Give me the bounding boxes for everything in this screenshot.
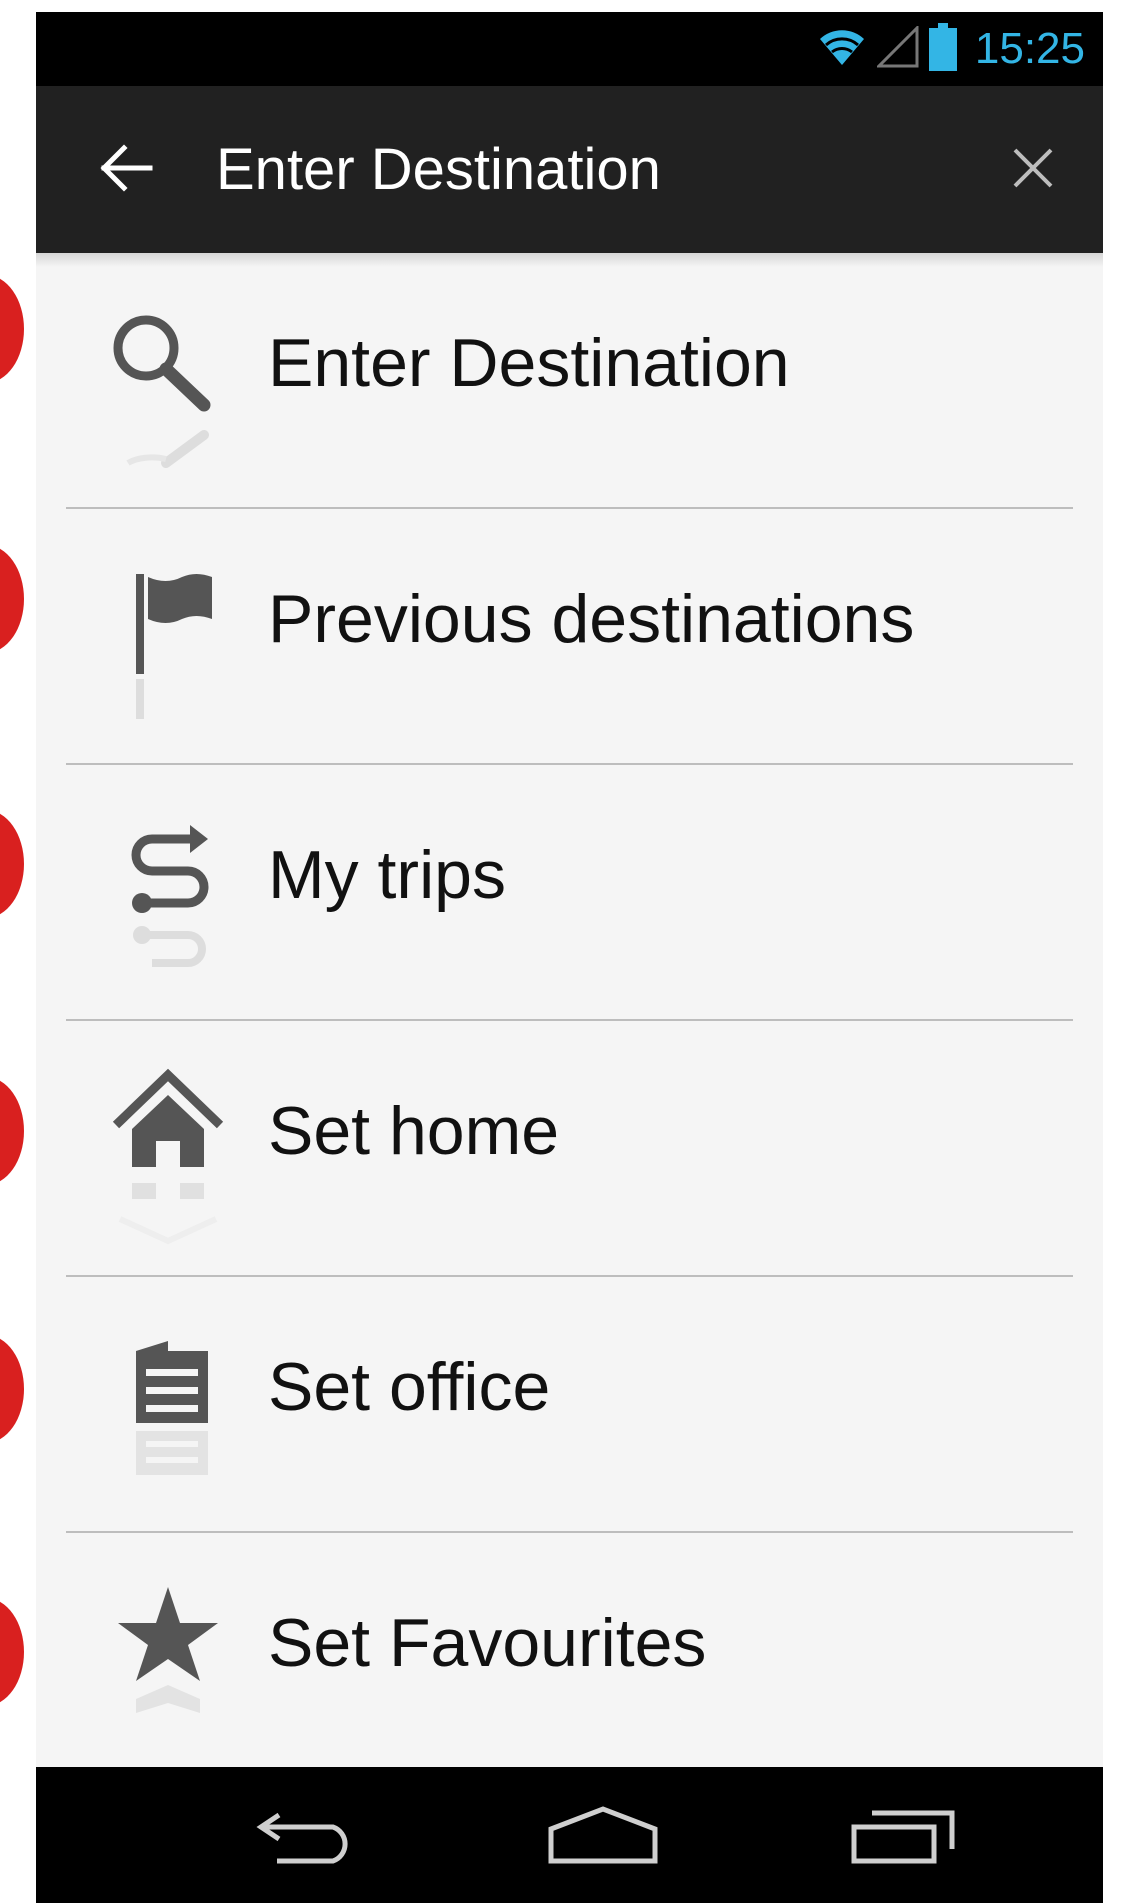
nav-home-button[interactable]	[533, 1787, 673, 1887]
marker-2	[0, 545, 24, 653]
menu-item-label: Set Favourites	[268, 1605, 707, 1681]
menu-item-set-favourites[interactable]: Set Favourites	[36, 1533, 1103, 1789]
menu-item-my-trips[interactable]: My trips	[36, 765, 1103, 1021]
close-button[interactable]	[993, 130, 1073, 210]
wifi-icon	[817, 27, 867, 72]
home-icon	[96, 1051, 226, 1251]
destination-menu: Enter Destination Previous destinations	[36, 253, 1103, 1789]
star-icon	[96, 1563, 226, 1763]
menu-item-set-home[interactable]: Set home	[36, 1021, 1103, 1277]
menu-item-label: Set office	[268, 1349, 551, 1425]
menu-item-previous-destinations[interactable]: Previous destinations	[36, 509, 1103, 765]
menu-item-label: Previous destinations	[268, 581, 915, 657]
status-bar: 15:25	[36, 12, 1103, 86]
menu-item-enter-destination[interactable]: Enter Destination	[36, 253, 1103, 509]
action-bar-shadow	[36, 253, 1103, 267]
office-icon	[96, 1307, 226, 1507]
menu-item-label: Set home	[268, 1093, 560, 1169]
signal-icon	[875, 23, 919, 73]
marker-4	[0, 1077, 24, 1185]
marker-5	[0, 1335, 24, 1443]
marker-3	[0, 810, 24, 918]
arrow-left-icon	[98, 143, 154, 197]
marker-1	[0, 275, 24, 383]
close-icon	[1011, 146, 1055, 195]
status-icons: 15:25	[817, 12, 1085, 86]
menu-item-set-office[interactable]: Set office	[36, 1277, 1103, 1533]
action-bar: Enter Destination	[36, 86, 1103, 253]
recents-nav-icon	[848, 1805, 958, 1870]
phone-screen: 15:25 Enter Destination Enter Destinatio…	[36, 12, 1103, 1903]
search-icon	[96, 283, 226, 483]
nav-recents-button[interactable]	[833, 1787, 973, 1887]
page-title: Enter Destination	[216, 137, 661, 202]
navigation-bar	[36, 1767, 1103, 1903]
menu-item-label: My trips	[268, 837, 506, 913]
back-nav-icon	[251, 1805, 361, 1870]
status-time: 15:25	[974, 24, 1085, 73]
menu-item-label: Enter Destination	[268, 325, 790, 401]
marker-6	[0, 1598, 24, 1706]
flag-icon	[96, 539, 226, 739]
route-icon	[96, 795, 226, 995]
back-button[interactable]	[86, 130, 166, 210]
battery-icon	[928, 22, 957, 76]
home-nav-icon	[543, 1805, 663, 1870]
nav-back-button[interactable]	[236, 1787, 376, 1887]
